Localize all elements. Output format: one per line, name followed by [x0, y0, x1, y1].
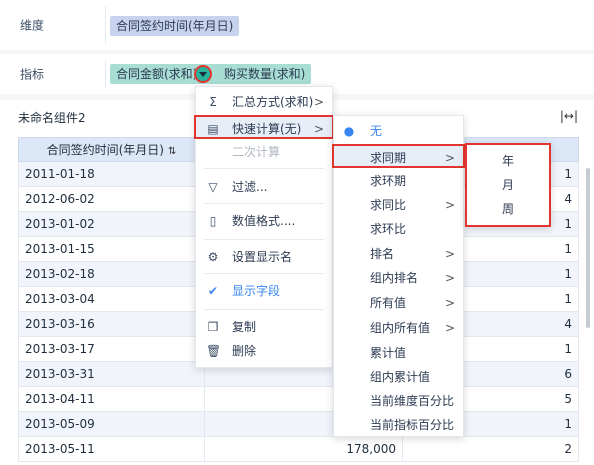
sigma-icon: Σ — [209, 95, 217, 109]
dimension-drop-zone[interactable]: 合同签约时间(年月日) — [105, 6, 586, 44]
table-cell[interactable]: 2013-05-09 — [18, 411, 205, 437]
quick-calc-ind-percent[interactable]: 当前指标百分比 — [334, 413, 463, 437]
fit-width-icon[interactable]: |↔| — [560, 109, 578, 123]
table-cell[interactable]: 2011-01-18 — [18, 161, 205, 187]
field-context-menu: Σ 汇总方式(求和) > ▤ 快速计算(无) > 二次计算 ▽ 过滤... ▯ … — [194, 86, 334, 368]
table-cell[interactable]: 2013-03-16 — [18, 311, 205, 337]
quick-calc-same-period[interactable]: 求同期 > — [332, 144, 465, 168]
quick-calc-group-cumulative[interactable]: 组内累计值 — [334, 365, 463, 389]
period-year[interactable]: 年 — [467, 149, 549, 173]
field-menu-toggle-icon[interactable] — [194, 65, 212, 83]
chevron-right-icon: > — [444, 198, 455, 212]
quick-calc-dim-percent[interactable]: 当前维度百分比 — [334, 389, 463, 413]
chevron-right-icon: > — [444, 321, 455, 335]
table-cell[interactable]: 2013-05-11 — [18, 436, 205, 462]
table-cell[interactable]: 178,000 — [204, 436, 403, 462]
menu-item-show-field[interactable]: ✔ 显示字段 — [196, 279, 332, 303]
table-row: 2013-04-11 5 — [18, 386, 579, 412]
menu-item-delete[interactable]: 🗑 删除 — [196, 339, 332, 363]
check-icon: ✔ — [207, 284, 219, 298]
copy-icon: ❐ — [207, 320, 219, 334]
quick-calc-rank[interactable]: 排名 > — [334, 242, 463, 266]
table-row: 2013-05-09 1 — [18, 411, 579, 437]
calc-icon: ▤ — [207, 122, 219, 136]
indicator-field-label: 合同金额(求和) — [116, 67, 198, 81]
quick-calc-none[interactable]: ● 无 — [334, 119, 463, 143]
chevron-right-icon: > — [444, 296, 455, 310]
quick-calc-group-rank[interactable]: 组内排名 > — [334, 266, 463, 290]
indicator-field-pill[interactable]: 购买数量(求和) — [218, 64, 312, 84]
menu-separator — [204, 239, 324, 240]
chevron-right-icon: > — [444, 247, 455, 261]
quick-calc-yoy[interactable]: 求同比 > — [334, 193, 463, 217]
menu-item-secondary-calc: 二次计算 — [232, 145, 281, 159]
indicator-label: 指标 — [20, 67, 45, 82]
chevron-right-icon: > — [313, 95, 324, 109]
table-cell[interactable]: 2013-02-18 — [18, 261, 205, 287]
table-cell[interactable]: 2013-04-11 — [18, 386, 205, 412]
filter-icon: ▽ — [208, 180, 218, 194]
menu-item-aggregation[interactable]: Σ 汇总方式(求和) > — [196, 90, 332, 114]
dimension-field-pill[interactable]: 合同签约时间(年月日) — [110, 16, 240, 36]
table-cell[interactable]: 2 — [402, 436, 579, 462]
period-month[interactable]: 月 — [467, 173, 549, 197]
menu-separator — [204, 309, 324, 310]
dimension-row: 维度 合同签约时间(年月日) — [0, 0, 594, 50]
menu-separator — [204, 168, 324, 169]
selected-dot-icon: ● — [343, 124, 355, 138]
number-format-icon: ▯ — [209, 214, 217, 228]
menu-separator — [204, 203, 324, 204]
menu-separator — [204, 273, 324, 274]
quick-calc-all-values[interactable]: 所有值 > — [334, 291, 463, 315]
column-header[interactable]: 合同签约时间(年月日) ⇅ — [18, 137, 205, 162]
widget-title: 未命名组件2 — [18, 111, 86, 125]
table-cell[interactable]: 2013-01-02 — [18, 211, 205, 237]
quick-calc-group-all-values[interactable]: 组内所有值 > — [334, 316, 463, 340]
trash-icon: 🗑 — [206, 344, 222, 358]
quick-calc-mom[interactable]: 求环比 — [334, 217, 463, 241]
chevron-right-icon: > — [444, 151, 455, 165]
menu-item-filter[interactable]: ▽ 过滤... — [196, 175, 332, 199]
menu-item-number-format[interactable]: ▯ 数值格式.... — [196, 209, 332, 233]
table-row: 2013-05-11 178,000 2 — [18, 436, 579, 462]
dimension-label: 维度 — [20, 18, 45, 33]
quick-calc-prev-period[interactable]: 求环期 — [334, 169, 463, 193]
chevron-right-icon: > — [444, 271, 455, 285]
table-cell[interactable]: 2013-01-15 — [18, 236, 205, 262]
menu-item-quick-calc[interactable]: ▤ 快速计算(无) > — [194, 115, 334, 139]
vertical-scrollbar[interactable] — [586, 168, 590, 328]
gear-icon: ⚙ — [207, 250, 219, 264]
table-cell[interactable]: 2013-03-31 — [18, 361, 205, 387]
table-cell[interactable]: 2013-03-17 — [18, 336, 205, 362]
menu-item-copy[interactable]: ❐ 复制 — [196, 315, 332, 339]
quick-calc-submenu: ● 无 求同期 > 求环期 求同比 > 求环比 排名 > 组内排名 > 所有值 … — [332, 115, 465, 437]
indicator-drop-zone[interactable]: 合同金额(求和) 购买数量(求和) — [105, 60, 586, 88]
table-cell[interactable]: 2012-06-02 — [18, 186, 205, 212]
quick-calc-cumulative[interactable]: 累计值 — [334, 341, 463, 365]
sort-icon[interactable]: ⇅ — [168, 146, 176, 157]
period-week[interactable]: 周 — [467, 197, 549, 221]
table-cell[interactable]: 2013-03-04 — [18, 286, 205, 312]
menu-item-display-name[interactable]: ⚙ 设置显示名 — [196, 245, 332, 269]
period-submenu: 年 月 周 — [465, 143, 551, 227]
chevron-right-icon: > — [313, 122, 324, 136]
